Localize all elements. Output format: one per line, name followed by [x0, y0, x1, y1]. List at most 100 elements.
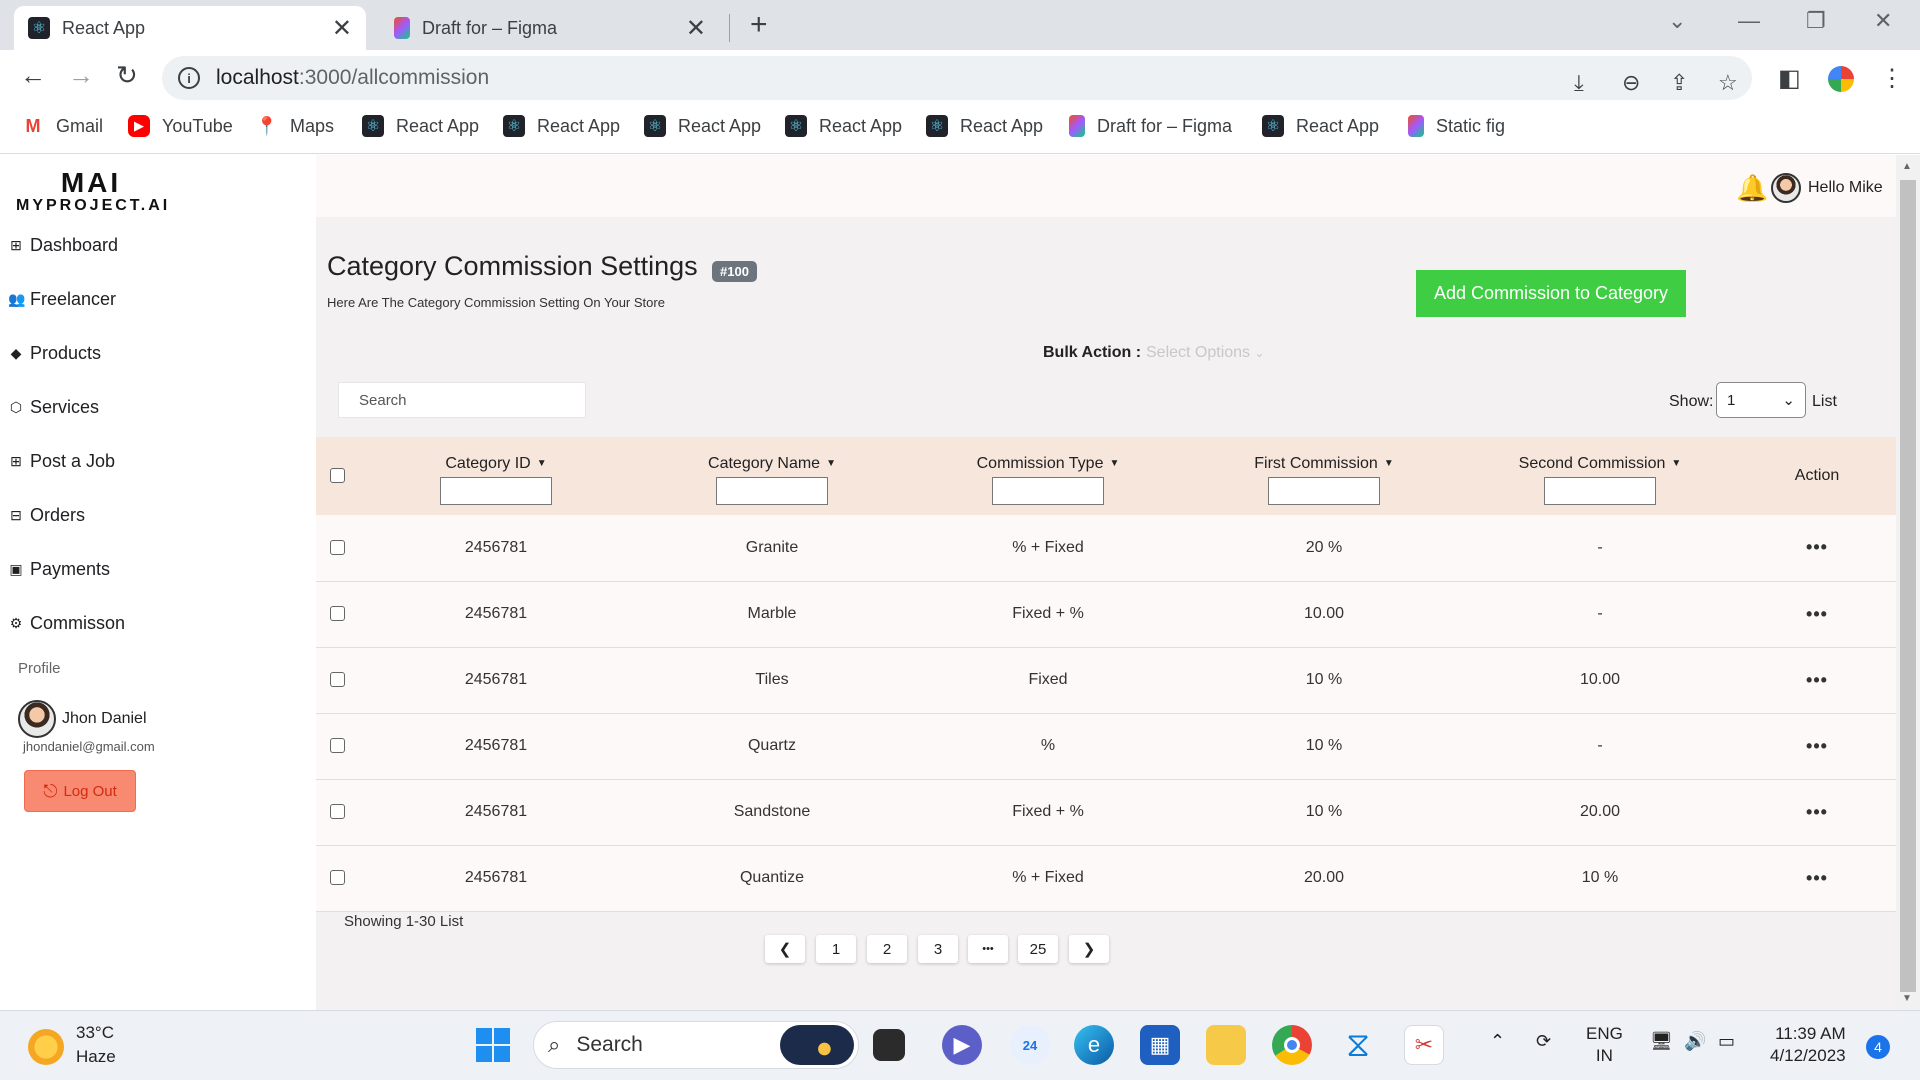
window-close-icon[interactable]: ✕ [1874, 8, 1892, 34]
weather-icon[interactable] [28, 1029, 64, 1065]
battery-icon[interactable]: ▭ [1718, 1031, 1735, 1052]
new-tab-icon[interactable]: + [750, 8, 768, 42]
sort-commission-type[interactable]: Commission Type ▼ [977, 455, 1120, 473]
row-checkbox[interactable] [329, 606, 345, 622]
filter-category-id[interactable] [440, 477, 552, 505]
bookmark-star-icon[interactable]: ☆ [1718, 70, 1738, 96]
forward-icon[interactable]: → [68, 60, 94, 91]
close-icon[interactable]: ✕ [332, 14, 352, 43]
show-count-select[interactable]: 1 ⌄ [1716, 382, 1806, 418]
row-checkbox[interactable] [329, 804, 345, 820]
page-button[interactable]: 1 [816, 935, 856, 963]
bookmark-react-app[interactable]: ⚛ React App [362, 115, 479, 137]
more-actions-icon[interactable]: ••• [1806, 868, 1828, 888]
filter-first-commission[interactable] [1268, 477, 1380, 505]
install-icon[interactable]: ⤓ [1574, 70, 1584, 96]
bookmark-figma-draft[interactable]: Draft for – Figma [1069, 115, 1232, 137]
prev-page-button[interactable]: ❮ [765, 935, 805, 963]
address-bar[interactable]: i localhost:3000/allcommission ⤓ ⊖ ⇪ ☆ [162, 56, 1752, 100]
sidebar-item-payments[interactable]: ▣ Payments [8, 559, 110, 580]
share-icon[interactable]: ⇪ [1670, 70, 1688, 96]
bookmark-react-app[interactable]: ⚛ React App [644, 115, 761, 137]
select-all-checkbox[interactable] [329, 468, 345, 484]
more-actions-icon[interactable]: ••• [1806, 604, 1828, 624]
page-ellipsis[interactable]: ••• [968, 935, 1008, 963]
sync-icon[interactable]: ⟳ [1536, 1031, 1551, 1052]
avatar[interactable] [18, 700, 56, 738]
chat-icon[interactable]: ▶ [942, 1025, 982, 1065]
bookmark-maps[interactable]: 📍 Maps [256, 115, 334, 137]
filter-second-commission[interactable] [1544, 477, 1656, 505]
profile-icon[interactable] [1828, 66, 1854, 92]
calendar-icon[interactable]: 24 [1010, 1025, 1050, 1065]
bell-icon[interactable]: 🔔 [1736, 173, 1768, 204]
taskbar-search[interactable]: ⌕ Search [533, 1021, 859, 1069]
language-indicator[interactable]: ENG IN [1586, 1023, 1623, 1067]
bookmark-react-app[interactable]: ⚛ React App [503, 115, 620, 137]
back-icon[interactable]: ← [20, 60, 46, 91]
more-actions-icon[interactable]: ••• [1806, 670, 1828, 690]
search-input[interactable]: Search [338, 382, 586, 418]
logout-button[interactable]: ⎋ Log Out [24, 770, 136, 812]
network-icon[interactable]: 🖥 [1650, 1031, 1673, 1052]
site-info-icon[interactable]: i [178, 67, 200, 89]
clock[interactable]: 11:39 AM 4/12/2023 [1770, 1023, 1846, 1067]
side-panel-icon[interactable]: ◧ [1778, 64, 1801, 93]
sort-category-id[interactable]: Category ID ▼ [445, 455, 546, 473]
filter-commission-type[interactable] [992, 477, 1104, 505]
store-icon[interactable]: ▦ [1140, 1025, 1180, 1065]
row-checkbox[interactable] [329, 738, 345, 754]
bookmark-gmail[interactable]: M Gmail [22, 115, 103, 137]
chrome-icon[interactable] [1272, 1025, 1312, 1065]
edge-icon[interactable]: e [1074, 1025, 1114, 1065]
bookmark-react-app[interactable]: ⚛ React App [1262, 115, 1379, 137]
bookmark-static-fig[interactable]: Static fig [1408, 115, 1505, 137]
next-page-button[interactable]: ❯ [1069, 935, 1109, 963]
snipping-tool-icon[interactable]: ✂ [1404, 1025, 1444, 1065]
sort-category-name[interactable]: Category Name ▼ [708, 455, 836, 473]
more-actions-icon[interactable]: ••• [1806, 736, 1828, 756]
tab-react-app[interactable]: ⚛ React App ✕ [14, 6, 366, 50]
scroll-up-icon[interactable]: ▲ [1902, 161, 1912, 172]
page-scrollbar[interactable]: ▲ ▼ [1896, 155, 1920, 1010]
page-button[interactable]: 25 [1018, 935, 1058, 963]
bookmark-youtube[interactable]: ▶ YouTube [128, 115, 233, 137]
sidebar-item-commission[interactable]: ⚙ Commisson [8, 613, 125, 634]
sidebar-item-services[interactable]: ⬡ Services [8, 397, 99, 418]
sidebar-item-products[interactable]: ◆ Products [8, 343, 101, 364]
header-avatar[interactable] [1771, 173, 1801, 203]
tray-overflow-icon[interactable]: ⌃ [1490, 1031, 1505, 1052]
bookmark-react-app[interactable]: ⚛ React App [785, 115, 902, 137]
task-view-icon[interactable] [873, 1029, 905, 1061]
tab-figma-draft[interactable]: Draft for – Figma ✕ [380, 6, 720, 50]
tab-search-icon[interactable]: ⌄ [1668, 8, 1686, 34]
reload-icon[interactable]: ↻ [116, 60, 138, 91]
logo[interactable]: MAI MYPROJECT.AI [16, 167, 167, 215]
close-icon[interactable]: ✕ [686, 14, 706, 43]
restore-icon[interactable]: ❐ [1806, 8, 1826, 34]
page-button[interactable]: 3 [918, 935, 958, 963]
sidebar-item-dashboard[interactable]: ⊞ Dashboard [8, 235, 118, 256]
sort-second-commission[interactable]: Second Commission ▼ [1519, 455, 1682, 473]
more-actions-icon[interactable]: ••• [1806, 802, 1828, 822]
row-checkbox[interactable] [329, 672, 345, 688]
scrollbar-thumb[interactable] [1900, 180, 1916, 992]
more-actions-icon[interactable]: ••• [1806, 537, 1828, 557]
sidebar-item-freelancer[interactable]: 👥 Freelancer [8, 289, 116, 310]
minimize-icon[interactable]: — [1738, 8, 1760, 34]
scroll-down-icon[interactable]: ▼ [1902, 993, 1912, 1004]
row-checkbox[interactable] [329, 870, 345, 886]
file-explorer-icon[interactable] [1206, 1025, 1246, 1065]
vscode-icon[interactable]: ⧖ [1338, 1025, 1378, 1065]
volume-icon[interactable]: 🔊 [1684, 1031, 1706, 1052]
bulk-action-select[interactable]: Select Options ⌄ [1146, 344, 1265, 362]
page-button[interactable]: 2 [867, 935, 907, 963]
windows-start-icon[interactable] [473, 1025, 513, 1065]
menu-icon[interactable]: ⋮ [1880, 64, 1904, 93]
sidebar-item-post-a-job[interactable]: ⊞ Post a Job [8, 451, 115, 472]
filter-category-name[interactable] [716, 477, 828, 505]
zoom-icon[interactable]: ⊖ [1622, 70, 1640, 96]
bookmark-react-app[interactable]: ⚛ React App [926, 115, 1043, 137]
sort-first-commission[interactable]: First Commission ▼ [1254, 455, 1393, 473]
sidebar-item-orders[interactable]: ⊟ Orders [8, 505, 85, 526]
